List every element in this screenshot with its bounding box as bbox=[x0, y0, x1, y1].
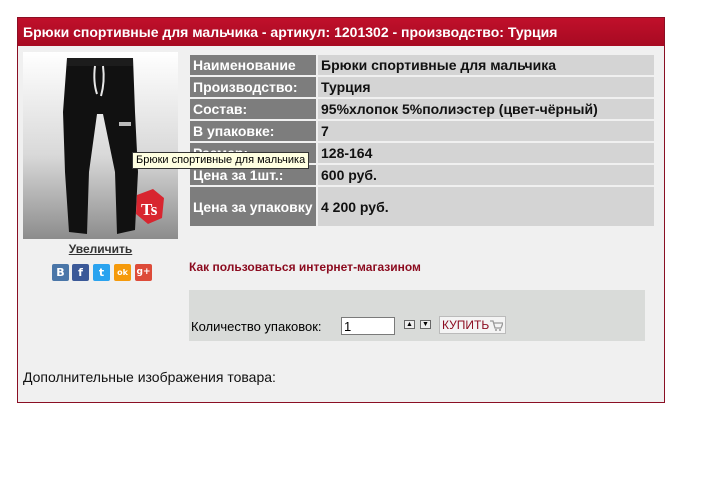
product-header-title: Брюки спортивные для мальчика - артикул:… bbox=[18, 18, 664, 46]
spec-row: Производство: Турция bbox=[190, 77, 654, 97]
facebook-icon[interactable]: f bbox=[72, 264, 89, 281]
brand-logo: Ts bbox=[136, 189, 164, 224]
spec-value: 128-164 bbox=[318, 143, 654, 163]
spec-label: Производство: bbox=[190, 77, 316, 97]
purchase-box: Количество упаковок: ▲ ▼ КУПИТЬ bbox=[189, 290, 645, 341]
spec-value: Брюки спортивные для мальчика bbox=[318, 55, 654, 75]
how-to-use-shop-link[interactable]: Как пользоваться интернет-магазином bbox=[189, 260, 421, 274]
product-panel: Брюки спортивные для мальчика - артикул:… bbox=[17, 17, 665, 403]
spec-value: Турция bbox=[318, 77, 654, 97]
spec-label: Наименование bbox=[190, 55, 316, 75]
spec-label: Цена за упаковку bbox=[190, 187, 316, 226]
increment-icon[interactable]: ▲ bbox=[404, 320, 415, 329]
spec-value: 4 200 руб. bbox=[318, 187, 654, 226]
spec-row: Состав: 95%хлопок 5%полиэстер (цвет-чёрн… bbox=[190, 99, 654, 119]
quantity-label: Количество упаковок: bbox=[191, 319, 322, 334]
spec-row: Наименование Брюки спортивные для мальчи… bbox=[190, 55, 654, 75]
spec-value: 7 bbox=[318, 121, 654, 141]
buy-button-label: КУПИТЬ bbox=[442, 318, 490, 332]
additional-images-label: Дополнительные изображения товара: bbox=[23, 369, 276, 385]
spec-row: Цена за упаковку 4 200 руб. bbox=[190, 187, 654, 226]
spec-table: Наименование Брюки спортивные для мальчи… bbox=[188, 53, 656, 228]
enlarge-link[interactable]: Увеличить bbox=[23, 242, 178, 256]
decrement-icon[interactable]: ▼ bbox=[420, 320, 431, 329]
twitter-icon[interactable]: t bbox=[93, 264, 110, 281]
product-image[interactable]: Ts bbox=[23, 52, 178, 239]
spec-value: 95%хлопок 5%полиэстер (цвет-чёрный) bbox=[318, 99, 654, 119]
spec-label: В упаковке: bbox=[190, 121, 316, 141]
spec-value: 600 руб. bbox=[318, 165, 654, 185]
odnoklassniki-icon[interactable]: ok bbox=[114, 264, 131, 281]
pants-illustration: Ts bbox=[63, 58, 164, 234]
quantity-input[interactable] bbox=[341, 317, 395, 335]
image-tooltip: Брюки спортивные для мальчика bbox=[132, 152, 310, 169]
spec-row: В упаковке: 7 bbox=[190, 121, 654, 141]
cart-icon bbox=[490, 320, 504, 331]
vk-icon[interactable]: B bbox=[52, 264, 69, 281]
google-plus-icon[interactable]: g+ bbox=[135, 264, 152, 281]
svg-text:Ts: Ts bbox=[141, 200, 158, 219]
buy-button[interactable]: КУПИТЬ bbox=[439, 316, 507, 334]
spec-label: Состав: bbox=[190, 99, 316, 119]
